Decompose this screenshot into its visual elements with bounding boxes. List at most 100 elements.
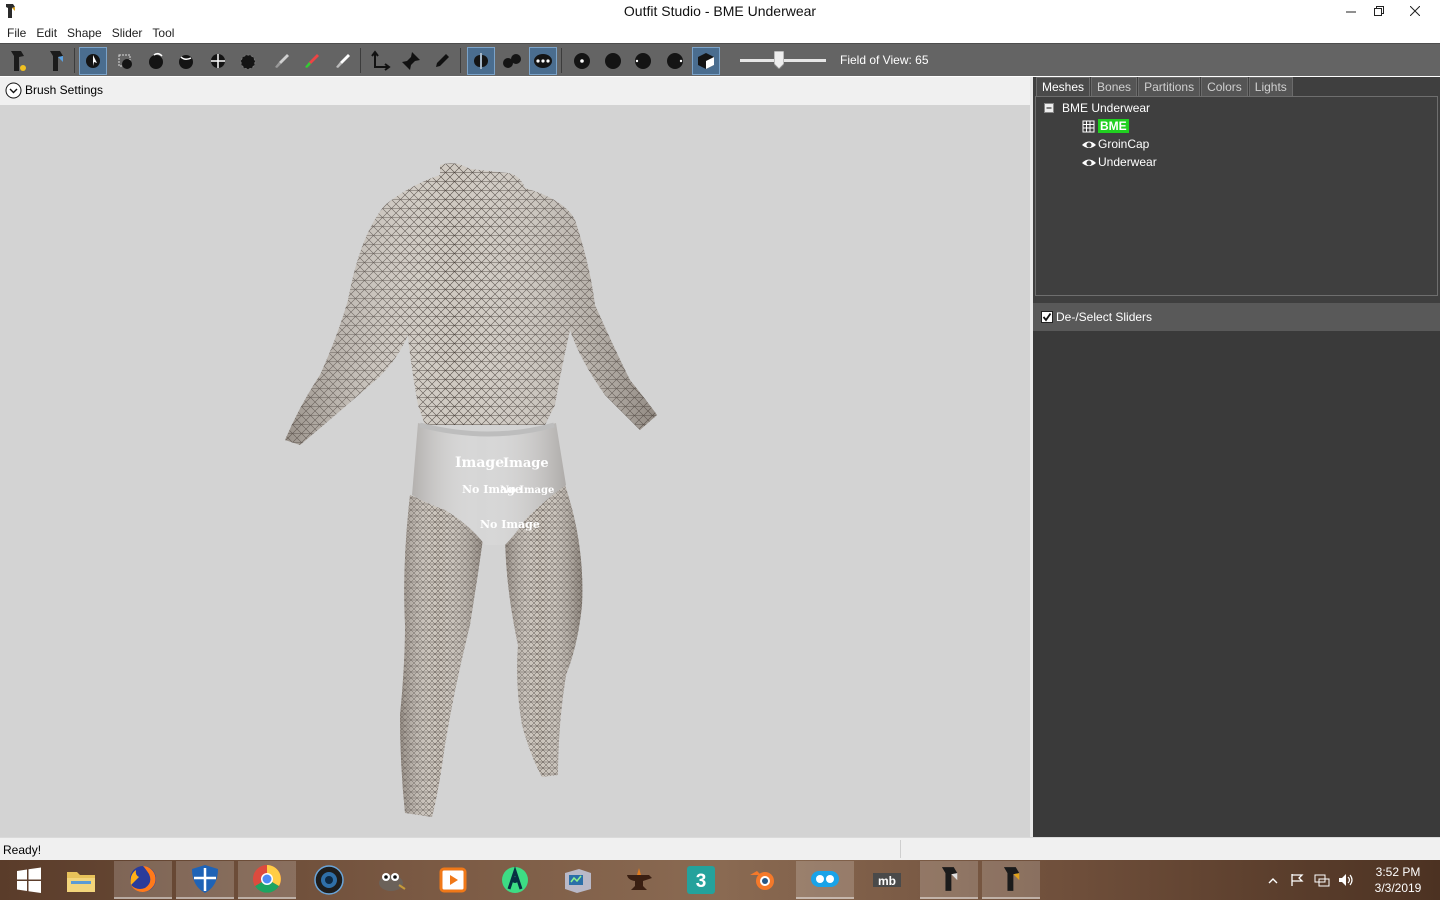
status-divider xyxy=(900,840,901,858)
clock[interactable]: 3:52 PM 3/3/2019 xyxy=(1360,864,1436,896)
mask-brush-button[interactable] xyxy=(111,47,139,75)
taskbar-file-explorer[interactable] xyxy=(52,861,110,899)
taskbar-3ds-max[interactable]: 3 xyxy=(672,861,730,899)
right-panel: Meshes Bones Partitions Colors Lights BM… xyxy=(1033,77,1440,837)
toggle-textures-button[interactable] xyxy=(661,47,689,75)
menu-slider[interactable]: Slider xyxy=(107,26,148,40)
global-brush-icon xyxy=(534,54,552,68)
texture-sphere-icon xyxy=(667,53,683,69)
fov-label: Field of View: 65 xyxy=(840,53,929,67)
tree-item-label: GroinCap xyxy=(1098,137,1150,151)
chevron-up-icon[interactable] xyxy=(1268,876,1278,886)
taskbar-mb[interactable]: mb xyxy=(858,861,916,899)
flag-icon[interactable] xyxy=(1290,873,1304,887)
vertex-edit-button[interactable] xyxy=(428,47,456,75)
deflate-brush-button[interactable] xyxy=(172,47,200,75)
tab-bones[interactable]: Bones xyxy=(1091,77,1138,96)
tab-partitions[interactable]: Partitions xyxy=(1138,77,1201,96)
tree-root-label: BME Underwear xyxy=(1062,101,1151,115)
shield-icon xyxy=(192,865,218,893)
title-bar: Outfit Studio - BME Underwear xyxy=(0,0,1440,23)
outfit-button[interactable] xyxy=(42,47,70,75)
show-wireframe-button[interactable] xyxy=(599,47,627,75)
taskbar-camera[interactable] xyxy=(300,861,358,899)
tree-item-underwear[interactable]: Underwear xyxy=(1080,155,1157,169)
smooth-brush-button[interactable] xyxy=(234,47,262,75)
gimp-icon xyxy=(379,873,406,891)
weight-paint-button[interactable] xyxy=(268,47,296,75)
taskbar-vm[interactable] xyxy=(548,861,606,899)
folder-icon xyxy=(67,872,95,892)
brush-settings-header[interactable]: Brush Settings xyxy=(0,77,1030,105)
menu-file[interactable]: File xyxy=(2,26,31,40)
tab-meshes[interactable]: Meshes xyxy=(1036,77,1091,96)
fov-slider-thumb[interactable] xyxy=(774,51,784,69)
alpha-brush-icon xyxy=(336,54,350,68)
taskbar-chrome[interactable] xyxy=(238,861,296,899)
taskbar-messenger[interactable] xyxy=(796,861,854,899)
minimize-button[interactable] xyxy=(1336,0,1366,22)
texture-text: Image xyxy=(503,456,549,471)
restore-icon xyxy=(1374,6,1384,16)
taskbar-defender[interactable] xyxy=(176,861,234,899)
lighting-sphere-icon xyxy=(635,53,651,69)
anvil-icon xyxy=(627,868,652,890)
network-icon[interactable] xyxy=(1314,873,1330,887)
reference-outfit-button[interactable] xyxy=(3,47,31,75)
tab-lights[interactable]: Lights xyxy=(1248,77,1293,96)
global-brush-button[interactable] xyxy=(529,47,557,75)
select-sliders-checkbox[interactable] xyxy=(1041,311,1053,323)
taskbar-gimp[interactable] xyxy=(362,861,420,899)
taskbar-android-studio[interactable] xyxy=(486,861,544,899)
toolbar-separator xyxy=(360,48,361,73)
tree-item-bme[interactable]: BME xyxy=(1080,119,1129,133)
clock-time: 3:52 PM xyxy=(1375,865,1421,879)
windows-logo-icon xyxy=(17,867,41,893)
tab-colors[interactable]: Colors xyxy=(1201,77,1248,96)
menu-tool[interactable]: Tool xyxy=(147,26,179,40)
x-mirror-button[interactable] xyxy=(467,47,495,75)
taskbar-anvil[interactable] xyxy=(610,861,668,899)
wireframe-icon xyxy=(1082,120,1095,132)
restore-button[interactable] xyxy=(1364,0,1394,22)
start-button[interactable] xyxy=(0,861,58,899)
taskbar-outfit-studio-1[interactable] xyxy=(920,861,978,899)
menu-shape[interactable]: Shape xyxy=(62,26,107,40)
virtual-machine-icon xyxy=(565,869,591,893)
volume-icon[interactable] xyxy=(1338,873,1354,887)
taskbar-media-player[interactable] xyxy=(424,861,482,899)
3ds-max-icon: 3 xyxy=(687,866,715,894)
select-brush-icon xyxy=(86,54,100,68)
toggle-masks-button[interactable] xyxy=(692,47,720,75)
outfit-studio-icon xyxy=(1003,867,1020,891)
mirror-icon xyxy=(474,53,488,69)
eye-icon[interactable] xyxy=(1081,139,1097,150)
wireframe-sphere-icon xyxy=(605,53,621,69)
transform-button[interactable] xyxy=(366,47,394,75)
taskbar-blender[interactable] xyxy=(734,861,792,899)
3d-viewport[interactable]: Image Image No Image No Image No Image xyxy=(0,105,1030,837)
taskbar-firefox[interactable] xyxy=(114,861,172,899)
close-button[interactable] xyxy=(1400,0,1430,22)
inflate-brush-button[interactable] xyxy=(142,47,170,75)
tree-root[interactable]: BME Underwear xyxy=(1044,101,1150,115)
menu-edit[interactable]: Edit xyxy=(31,26,62,40)
select-brush-button[interactable] xyxy=(79,47,107,75)
window-title: Outfit Studio - BME Underwear xyxy=(623,3,817,19)
collapse-icon[interactable] xyxy=(1044,103,1054,113)
show-vertices-button[interactable] xyxy=(568,47,596,75)
taskbar-outfit-studio-2[interactable] xyxy=(982,861,1040,899)
pivot-button[interactable] xyxy=(397,47,425,75)
connected-only-button[interactable] xyxy=(498,47,526,75)
tree-item-groincap[interactable]: GroinCap xyxy=(1080,137,1149,151)
svg-text:3: 3 xyxy=(696,871,707,892)
color-paint-button[interactable] xyxy=(298,47,326,75)
tree-item-label: BME xyxy=(1098,119,1129,133)
texture-text: No Image xyxy=(500,485,554,496)
toggle-lighting-button[interactable] xyxy=(629,47,657,75)
move-brush-button[interactable] xyxy=(204,47,232,75)
toolbar-separator xyxy=(561,48,562,73)
blender-icon xyxy=(750,871,774,890)
alpha-paint-button[interactable] xyxy=(329,47,357,75)
eye-icon[interactable] xyxy=(1081,157,1097,168)
